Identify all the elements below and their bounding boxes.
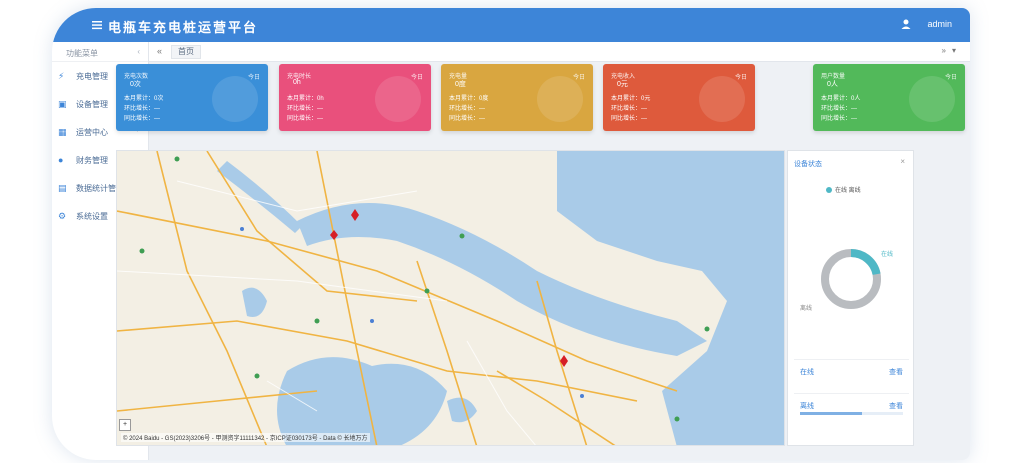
card-value: 0元 bbox=[617, 81, 628, 88]
close-icon[interactable]: × bbox=[900, 157, 905, 166]
chart-icon: ▤ bbox=[58, 183, 67, 193]
panel-title: 设备状态 bbox=[794, 161, 822, 168]
status-row-label: 离线 bbox=[800, 403, 814, 410]
card-user-count[interactable]: 用户数量 今日 0人 本月累计：0人 环比增长：— 同比增长：— bbox=[813, 64, 965, 131]
card-line: 同比增长：— bbox=[287, 116, 324, 122]
sidebar-header-label: 功能菜单 bbox=[66, 49, 98, 58]
donut-label-offline: 离线 bbox=[800, 306, 813, 312]
card-value: 0h bbox=[293, 79, 301, 86]
card-line: 同比增长：— bbox=[124, 116, 161, 122]
card-line: 环比增长：— bbox=[124, 106, 161, 112]
map-canvas[interactable] bbox=[117, 151, 785, 446]
coin-icon: ● bbox=[58, 155, 64, 165]
sidebar-item-label: 充电管理 bbox=[76, 72, 108, 81]
station-map[interactable]: + © 2024 Baidu - GS(2023)3206号 - 甲测资字111… bbox=[116, 150, 785, 446]
card-value: 0次 bbox=[130, 81, 141, 88]
sidebar-header: 功能菜单 ‹ bbox=[52, 42, 148, 62]
map-copyright: © 2024 Baidu - GS(2023)3206号 - 甲测资字11111… bbox=[121, 433, 370, 442]
sidebar-item-label: 系统设置 bbox=[76, 212, 108, 221]
legend-dot bbox=[826, 187, 832, 194]
tab-scroll-right-icon[interactable]: »▾ bbox=[942, 46, 962, 55]
card-decoration bbox=[375, 76, 421, 122]
card-line: 本月累计：0元 bbox=[611, 96, 651, 102]
collapse-icon[interactable]: ‹ bbox=[137, 47, 140, 56]
status-row-label: 在线 bbox=[800, 369, 814, 376]
zoom-button[interactable]: + bbox=[119, 419, 131, 431]
user-icon[interactable] bbox=[900, 18, 912, 30]
tab-scroll-left-icon[interactable]: « bbox=[157, 46, 162, 56]
card-tag: 今日 bbox=[247, 75, 260, 81]
sidebar-item-label: 财务管理 bbox=[76, 156, 108, 165]
card-line: 本月累计：0次 bbox=[124, 96, 164, 102]
card-value: 0人 bbox=[827, 81, 838, 88]
card-charge-duration[interactable]: 充电时长 今日 0h 本月累计：0h 环比增长：— 同比增长：— bbox=[279, 64, 431, 131]
card-decoration bbox=[212, 76, 258, 122]
card-line: 同比增长：— bbox=[449, 116, 486, 122]
card-line: 同比增长：— bbox=[821, 116, 858, 122]
donut-label-online: 在线 bbox=[880, 252, 893, 258]
card-line: 环比增长：— bbox=[287, 106, 324, 112]
status-row-link[interactable]: 查看 bbox=[889, 367, 903, 377]
status-row-link[interactable]: 查看 bbox=[889, 401, 903, 411]
tab-home[interactable]: 首页 bbox=[171, 45, 201, 59]
menu-icon[interactable] bbox=[90, 18, 104, 32]
legend-label: 在线 离线 bbox=[835, 188, 861, 194]
status-progress-bar bbox=[800, 412, 903, 415]
grid-icon: ▦ bbox=[58, 127, 67, 137]
card-decoration bbox=[537, 76, 583, 122]
status-row[interactable]: 离线 查看 bbox=[794, 393, 909, 417]
device-icon: ▣ bbox=[58, 99, 67, 109]
card-tag: 今日 bbox=[944, 75, 957, 81]
card-charge-income[interactable]: 充电收入 今日 0元 本月累计：0元 环比增长：— 同比增长：— bbox=[603, 64, 755, 131]
top-bar: 电瓶车充电桩运营平台 admin bbox=[52, 8, 970, 42]
chart-legend: 在线 离线 bbox=[826, 185, 861, 194]
plug-icon: ⚡ bbox=[58, 71, 65, 81]
card-line: 本月累计：0人 bbox=[821, 96, 861, 102]
card-line: 本月累计：0h bbox=[287, 96, 324, 102]
card-tag: 今日 bbox=[734, 75, 747, 81]
sidebar-item-label: 设备管理 bbox=[76, 100, 108, 109]
card-line: 本月累计：0度 bbox=[449, 96, 489, 102]
card-line: 环比增长：— bbox=[821, 106, 858, 112]
gear-icon: ⚙ bbox=[58, 211, 67, 221]
status-row[interactable]: 在线 查看 bbox=[794, 359, 909, 383]
app-title: 电瓶车充电桩运营平台 bbox=[108, 20, 259, 35]
card-line: 环比增长：— bbox=[611, 106, 648, 112]
card-line: 环比增长：— bbox=[449, 106, 486, 112]
sidebar-item-label: 运营中心 bbox=[76, 128, 108, 137]
user-name[interactable]: admin bbox=[927, 19, 952, 29]
card-charge-count[interactable]: 充电次数 今日 0次 本月累计：0次 环比增长：— 同比增长：— bbox=[116, 64, 268, 131]
card-tag: 今日 bbox=[410, 75, 423, 81]
card-decoration bbox=[699, 76, 745, 122]
card-decoration bbox=[909, 76, 955, 122]
card-tag: 今日 bbox=[572, 75, 585, 81]
status-progress-fill bbox=[800, 412, 862, 415]
card-value: 0度 bbox=[455, 81, 466, 88]
tab-bar: « 首页 »▾ bbox=[149, 42, 970, 62]
device-status-panel: 设备状态 × 在线 离线 在线 离线 在线 查看 离线 查看 bbox=[787, 150, 914, 446]
card-line: 同比增长：— bbox=[611, 116, 648, 122]
card-charge-energy[interactable]: 充电量 今日 0度 本月累计：0度 环比增长：— 同比增长：— bbox=[441, 64, 593, 131]
